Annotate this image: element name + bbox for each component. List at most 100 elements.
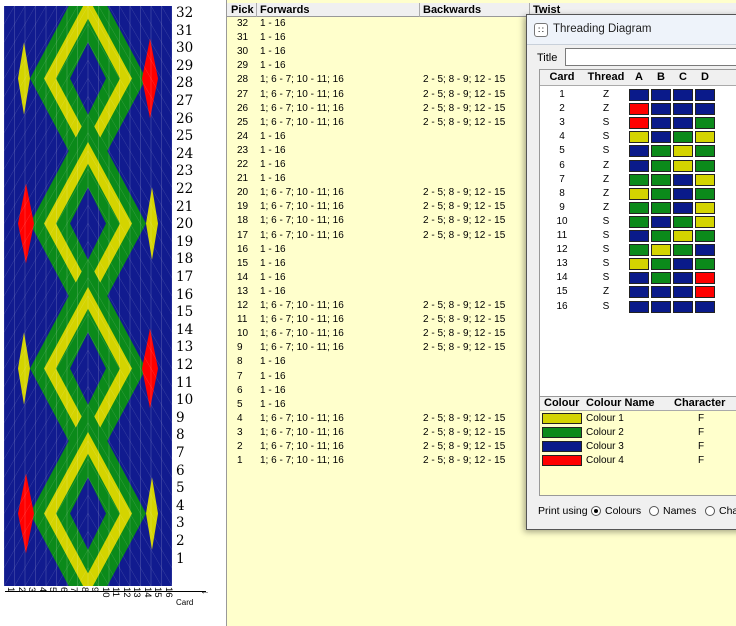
hole-colour-cell[interactable] [673,117,693,130]
threading-row[interactable]: 1Z [540,88,736,102]
hole-colour-cell[interactable] [673,272,693,285]
colour-swatch[interactable] [542,441,582,452]
hole-colour-cell[interactable] [695,131,715,144]
colour-swatch[interactable] [542,413,582,424]
table-row[interactable]: 5 1 - 16 [227,398,527,412]
hole-colour-cell[interactable] [673,244,693,257]
hole-colour-cell[interactable] [651,244,671,257]
column-header-card[interactable]: Card [540,71,584,83]
threading-row[interactable]: 16 S [540,300,736,314]
thread-direction[interactable]: S [584,229,628,243]
table-row[interactable]: 14 1 - 16 [227,271,527,285]
hole-colour-cell[interactable] [651,300,671,313]
thread-direction[interactable]: Z [584,201,628,215]
column-header-colour-name[interactable]: Colour Name [586,397,654,409]
table-row[interactable]: 2 1; 6 - 7; 10 - 11; 16 2 - 5; 8 - 9; 12 -… [227,440,527,454]
hole-colour-cell[interactable] [651,89,671,101]
hole-colour-cell[interactable] [629,159,649,172]
hole-colour-cell[interactable] [651,187,671,200]
print-names-radio[interactable] [649,506,659,516]
print-characters-label[interactable]: Cha [719,505,736,517]
colour-row[interactable]: Colour 2 F [540,426,736,440]
hole-colour-cell[interactable] [673,300,693,313]
colour-table[interactable]: Colour Colour Name Character Colour 1 F Co… [539,396,736,496]
column-header-hole-a[interactable]: A [628,71,650,83]
column-header-pick[interactable]: Pick [231,4,254,16]
thread-direction[interactable]: Z [584,88,628,102]
hole-colour-cell[interactable] [695,286,715,299]
hole-colour-cell[interactable] [629,272,649,285]
hole-colour-cell[interactable] [629,300,649,313]
threading-row[interactable]: 4S [540,130,736,144]
table-row[interactable]: 7 1 - 16 [227,370,527,384]
column-header-character[interactable]: Character [674,397,725,409]
hole-colour-cell[interactable] [695,300,715,313]
hole-colour-cell[interactable] [629,187,649,200]
thread-direction[interactable]: S [584,116,628,130]
table-row[interactable]: 29 1 - 16 [227,59,527,73]
hole-colour-cell[interactable] [695,117,715,130]
hole-colour-cell[interactable] [695,103,715,116]
column-header-hole-d[interactable]: D [694,71,716,83]
table-row[interactable]: 28 1; 6 - 7; 10 - 11; 16 2 - 5; 8 - 9; 12 … [227,73,527,87]
hole-colour-cell[interactable] [673,215,693,228]
table-row[interactable]: 9 1; 6 - 7; 10 - 11; 16 2 - 5; 8 - 9; 12 -… [227,341,527,355]
table-row[interactable]: 26 1; 6 - 7; 10 - 11; 16 2 - 5; 8 - 9; 12 … [227,102,527,116]
threading-row[interactable]: 13 S [540,257,736,271]
threading-row[interactable]: 9Z [540,201,736,215]
table-row[interactable]: 19 1; 6 - 7; 10 - 11; 16 2 - 5; 8 - 9; 12 … [227,200,527,214]
column-divider[interactable] [419,3,420,17]
hole-colour-cell[interactable] [695,89,715,101]
hole-colour-cell[interactable] [651,145,671,158]
table-row[interactable]: 12 1; 6 - 7; 10 - 11; 16 2 - 5; 8 - 9; 12 … [227,299,527,313]
hole-colour-cell[interactable] [673,187,693,200]
hole-colour-cell[interactable] [651,159,671,172]
print-colours-label[interactable]: Colours [605,505,641,517]
hole-colour-cell[interactable] [651,230,671,242]
hole-colour-cell[interactable] [651,201,671,214]
threading-row[interactable]: 5S [540,144,736,158]
threading-grid[interactable]: Card Thread A B C D 1 Z 2 Z 3 S 4 S 5 S 6 Z 7 Z 8 Z 9 Z 10… [539,69,736,401]
hole-colour-cell[interactable] [651,103,671,116]
hole-colour-cell[interactable] [651,286,671,299]
table-row[interactable]: 4 1; 6 - 7; 10 - 11; 16 2 - 5; 8 - 9; 12 -… [227,412,527,426]
colour-swatch[interactable] [542,427,582,438]
hole-colour-cell[interactable] [695,258,715,271]
table-row[interactable]: 1 1; 6 - 7; 10 - 11; 16 2 - 5; 8 - 9; 12 -… [227,454,527,468]
hole-colour-cell[interactable] [629,244,649,257]
print-names-label[interactable]: Names [663,505,696,517]
threading-row[interactable]: 8Z [540,187,736,201]
threading-row[interactable]: 2Z [540,102,736,116]
hole-colour-cell[interactable] [651,272,671,285]
hole-colour-cell[interactable] [673,230,693,242]
title-input[interactable] [565,48,736,66]
hole-colour-cell[interactable] [695,215,715,228]
hole-colour-cell[interactable] [695,272,715,285]
table-row[interactable]: 13 1 - 16 [227,285,527,299]
hole-colour-cell[interactable] [629,145,649,158]
hole-colour-cell[interactable] [695,201,715,214]
thread-direction[interactable]: S [584,257,628,271]
thread-direction[interactable]: Z [584,102,628,116]
thread-direction[interactable]: S [584,215,628,229]
hole-colour-cell[interactable] [629,258,649,271]
colour-row[interactable]: Colour 3 F [540,440,736,454]
thread-direction[interactable]: Z [584,173,628,187]
colour-swatch[interactable] [542,455,582,466]
column-header-colour[interactable]: Colour [544,397,579,409]
threading-row[interactable]: 3S [540,116,736,130]
column-header-forwards[interactable]: Forwards [260,4,310,16]
threading-row[interactable]: 7Z [540,173,736,187]
hole-colour-cell[interactable] [673,159,693,172]
hole-colour-cell[interactable] [695,187,715,200]
hole-colour-cell[interactable] [629,117,649,130]
table-row[interactable]: 8 1 - 16 [227,355,527,369]
threading-row[interactable]: 15 Z [540,285,736,299]
threading-row[interactable]: 11 S [540,229,736,243]
hole-colour-cell[interactable] [651,173,671,186]
print-characters-radio[interactable] [705,506,715,516]
table-row[interactable]: 31 1 - 16 [227,31,527,45]
table-row[interactable]: 15 1 - 16 [227,257,527,271]
hole-colour-cell[interactable] [629,286,649,299]
table-row[interactable]: 18 1; 6 - 7; 10 - 11; 16 2 - 5; 8 - 9; 12 … [227,214,527,228]
